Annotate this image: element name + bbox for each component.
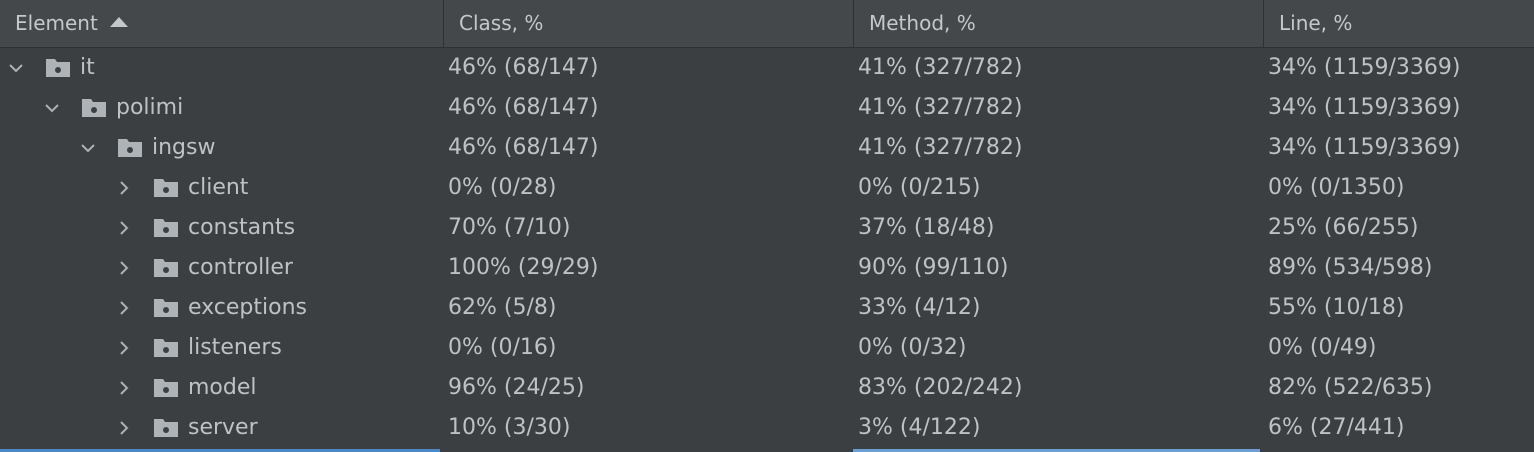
package-name: controller [188, 255, 293, 280]
table-row[interactable]: constants 70% (7/10) 37% (18/48) 25% (66/25… [0, 208, 1534, 248]
class-coverage-cell: 0% (0/16) [448, 335, 557, 360]
column-header-method-label: Method, % [869, 11, 976, 35]
method-coverage-cell: 90% (99/110) [858, 255, 1009, 280]
table-row[interactable]: client 0% (0/28) 0% (0/215) 0% (0/1350) [0, 168, 1534, 208]
package-folder-icon [153, 178, 179, 198]
chevron-right-icon[interactable] [116, 300, 132, 316]
method-coverage-cell: 37% (18/48) [858, 215, 995, 240]
column-header-class[interactable]: Class, % [443, 0, 853, 47]
line-coverage-cell: 82% (522/635) [1268, 375, 1433, 400]
method-coverage-cell: 83% (202/242) [858, 375, 1023, 400]
package-folder-icon [81, 98, 107, 118]
package-name: exceptions [188, 295, 307, 320]
chevron-right-icon[interactable] [116, 220, 132, 236]
package-folder-icon [153, 258, 179, 278]
package-folder-icon [117, 138, 143, 158]
method-coverage-cell: 3% (4/122) [858, 415, 981, 440]
coverage-table: Element Class, % Method, % Line, % it 46%… [0, 0, 1534, 452]
column-header-element-label: Element [15, 11, 98, 35]
package-name: client [188, 175, 249, 200]
package-folder-icon [153, 418, 179, 438]
table-body: it 46% (68/147) 41% (327/782) 34% (1159/336… [0, 48, 1534, 448]
line-coverage-cell: 34% (1159/3369) [1268, 135, 1461, 160]
column-header-line-label: Line, % [1279, 11, 1353, 35]
class-coverage-cell: 46% (68/147) [448, 95, 599, 120]
line-coverage-cell: 34% (1159/3369) [1268, 55, 1461, 80]
package-folder-icon [153, 218, 179, 238]
table-row[interactable]: listeners 0% (0/16) 0% (0/32) 0% (0/49) [0, 328, 1534, 368]
column-header-method[interactable]: Method, % [853, 0, 1263, 47]
method-coverage-cell: 41% (327/782) [858, 135, 1023, 160]
package-name: server [188, 415, 258, 440]
chevron-right-icon[interactable] [116, 420, 132, 436]
line-coverage-cell: 0% (0/1350) [1268, 175, 1405, 200]
package-name: model [188, 375, 257, 400]
package-name: it [80, 55, 95, 80]
class-coverage-cell: 62% (5/8) [448, 295, 557, 320]
column-header-line[interactable]: Line, % [1263, 0, 1534, 47]
package-folder-icon [153, 378, 179, 398]
table-row[interactable]: ingsw 46% (68/147) 41% (327/782) 34% (1159/… [0, 128, 1534, 168]
package-name: ingsw [152, 135, 216, 160]
table-row[interactable]: model 96% (24/25) 83% (202/242) 82% (522/63… [0, 368, 1534, 408]
table-row[interactable]: it 46% (68/147) 41% (327/782) 34% (1159/336… [0, 48, 1534, 88]
chevron-down-icon[interactable] [44, 100, 60, 116]
chevron-right-icon[interactable] [116, 260, 132, 276]
table-row[interactable]: exceptions 62% (5/8) 33% (4/12) 55% (10/18) [0, 288, 1534, 328]
class-coverage-cell: 10% (3/30) [448, 415, 571, 440]
method-coverage-cell: 0% (0/215) [858, 175, 981, 200]
line-coverage-cell: 89% (534/598) [1268, 255, 1433, 280]
class-coverage-cell: 0% (0/28) [448, 175, 557, 200]
chevron-down-icon[interactable] [80, 140, 96, 156]
line-coverage-cell: 0% (0/49) [1268, 335, 1377, 360]
package-folder-icon [45, 58, 71, 78]
line-coverage-cell: 55% (10/18) [1268, 295, 1405, 320]
table-row[interactable]: controller 100% (29/29) 90% (99/110) 89% (5… [0, 248, 1534, 288]
class-coverage-cell: 100% (29/29) [448, 255, 599, 280]
chevron-right-icon[interactable] [116, 340, 132, 356]
table-row[interactable]: server 10% (3/30) 3% (4/122) 6% (27/441) [0, 408, 1534, 448]
table-row[interactable]: polimi 46% (68/147) 41% (327/782) 34% (1159… [0, 88, 1534, 128]
method-coverage-cell: 41% (327/782) [858, 55, 1023, 80]
class-coverage-cell: 46% (68/147) [448, 135, 599, 160]
package-name: listeners [188, 335, 282, 360]
chevron-down-icon[interactable] [8, 60, 24, 76]
package-name: polimi [116, 95, 184, 120]
class-coverage-cell: 96% (24/25) [448, 375, 585, 400]
table-header: Element Class, % Method, % Line, % [0, 0, 1534, 48]
chevron-right-icon[interactable] [116, 180, 132, 196]
column-header-element[interactable]: Element [0, 0, 443, 47]
line-coverage-cell: 34% (1159/3369) [1268, 95, 1461, 120]
method-coverage-cell: 33% (4/12) [858, 295, 981, 320]
class-coverage-cell: 46% (68/147) [448, 55, 599, 80]
line-coverage-cell: 25% (66/255) [1268, 215, 1419, 240]
sort-ascending-icon[interactable] [109, 16, 128, 27]
package-name: constants [188, 215, 296, 240]
chevron-right-icon[interactable] [116, 380, 132, 396]
method-coverage-cell: 41% (327/782) [858, 95, 1023, 120]
line-coverage-cell: 6% (27/441) [1268, 415, 1405, 440]
package-folder-icon [153, 298, 179, 318]
class-coverage-cell: 70% (7/10) [448, 215, 571, 240]
method-coverage-cell: 0% (0/32) [858, 335, 967, 360]
package-folder-icon [153, 338, 179, 358]
column-header-class-label: Class, % [459, 11, 544, 35]
